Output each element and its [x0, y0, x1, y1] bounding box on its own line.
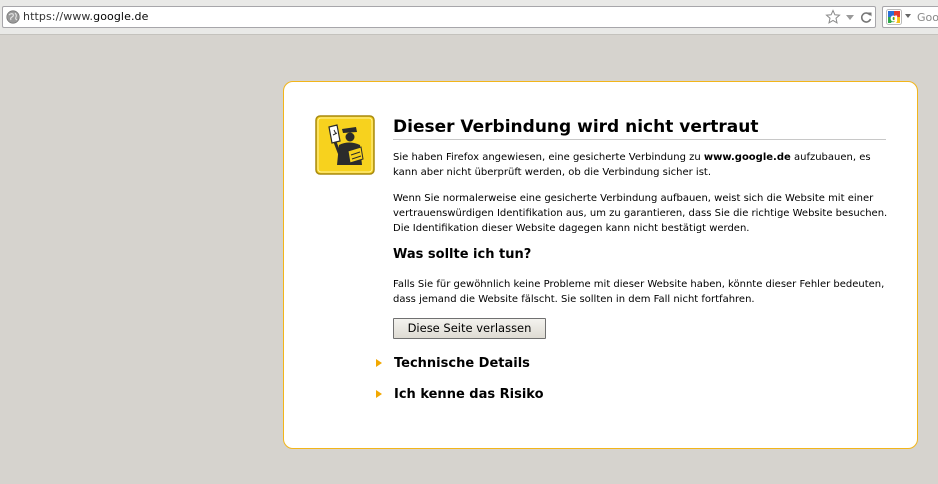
explanation-paragraph: Wenn Sie normalerweise eine gesicherte V… [393, 193, 888, 234]
intro-domain: www.google.de [703, 152, 791, 163]
understand-risks-expander[interactable]: Ich kenne das Risiko [376, 385, 544, 403]
url-domain: google.de [93, 10, 149, 23]
dropdown-arrow-icon[interactable] [845, 9, 855, 25]
url-text[interactable]: https://www.google.de [23, 10, 149, 23]
url-bar[interactable]: https://www.google.de [2, 6, 876, 28]
understand-risks-label: Ich kenne das Risiko [394, 386, 544, 402]
error-page-container: Dieser Verbindung wird nicht vertraut Si… [283, 81, 918, 449]
globe-icon[interactable] [6, 10, 20, 24]
svg-text:g: g [890, 12, 898, 25]
technical-details-expander[interactable]: Technische Details [376, 354, 530, 372]
navigation-toolbar: https://www.google.de g Goo [0, 0, 938, 35]
search-input[interactable]: Goo [917, 11, 938, 24]
intro-text-before: Sie haben Firefox angewiesen, eine gesic… [393, 152, 704, 163]
security-guard-icon [315, 115, 375, 175]
what-should-i-do-heading: Was sollte ich tun? [393, 247, 532, 262]
url-bar-icons [825, 9, 873, 25]
google-search-engine-icon[interactable]: g [886, 9, 902, 25]
search-engine-dropdown-icon[interactable] [905, 14, 911, 18]
star-bookmark-icon[interactable] [825, 9, 841, 25]
expand-triangle-icon [376, 359, 382, 367]
reload-icon[interactable] [859, 9, 873, 25]
search-bar[interactable]: g Goo [882, 6, 938, 28]
expand-triangle-icon [376, 390, 382, 398]
technical-details-label: Technische Details [394, 355, 530, 371]
url-prefix: https://www. [23, 10, 94, 23]
page-title: Dieser Verbindung wird nicht vertraut [393, 117, 886, 140]
intro-paragraph: Sie haben Firefox angewiesen, eine gesic… [393, 150, 888, 180]
leave-page-button[interactable]: Diese Seite verlassen [393, 318, 546, 339]
what-should-i-do-text: Falls Sie für gewöhnlich keine Probleme … [393, 279, 885, 305]
